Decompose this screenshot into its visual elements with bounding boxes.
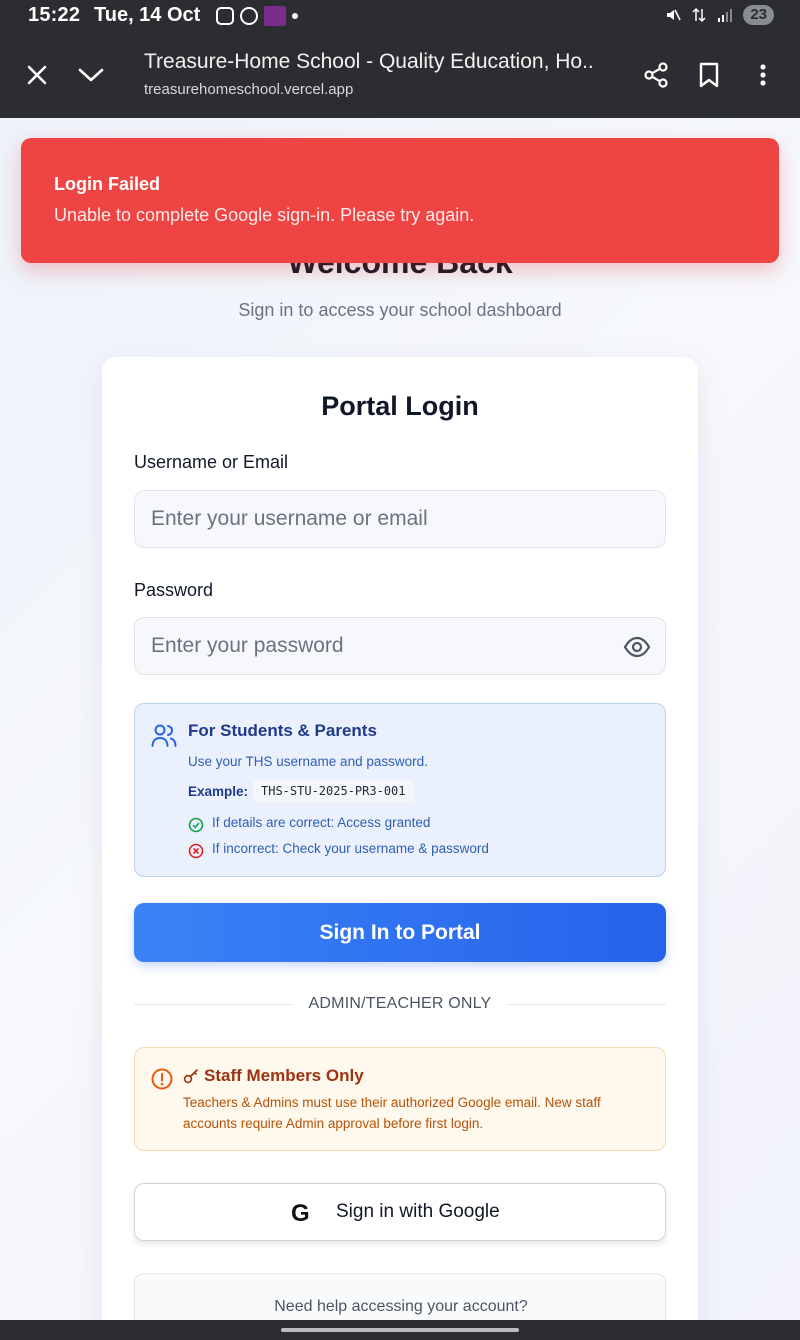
more-notifications-icon	[292, 13, 298, 19]
system-nav-bar	[0, 1320, 800, 1340]
google-sign-in-label: Sign in with Google	[336, 1201, 500, 1222]
toast-title: Login Failed	[54, 174, 160, 194]
key-icon	[183, 1069, 198, 1084]
admin-divider: ADMIN/TEACHER ONLY	[102, 995, 698, 1013]
notification-icons	[216, 6, 298, 26]
more-vertical-icon	[760, 64, 766, 86]
error-hint: If incorrect: Check your username & pass…	[212, 841, 489, 856]
staff-warning-text: Teachers & Admins must use their authori…	[183, 1095, 601, 1131]
screenshot-notification-icon	[216, 7, 234, 25]
status-date: Tue, 14 Oct	[94, 4, 201, 26]
example-username-code: THS-STU-2025-PR3-001	[253, 780, 414, 802]
signal-icon	[718, 9, 733, 22]
google-icon: G	[291, 1200, 310, 1227]
share-icon	[644, 62, 668, 88]
students-info-box: For Students & Parents Use your THS user…	[134, 703, 666, 877]
username-label: Username or Email	[134, 452, 289, 472]
alert-circle-icon	[151, 1068, 173, 1090]
admin-divider-label: ADMIN/TEACHER ONLY	[292, 995, 508, 1012]
toast-message: Unable to complete Google sign-in. Pleas…	[54, 205, 475, 225]
login-card: Portal Login Username or Email Password …	[102, 357, 698, 1320]
staff-warning-box: Staff Members Only Teachers & Admins mus…	[134, 1047, 666, 1151]
show-password-eye-icon[interactable]	[623, 634, 651, 660]
battery-indicator: 23	[743, 5, 774, 25]
close-tab-button[interactable]	[19, 57, 55, 93]
status-time: 15:22	[28, 4, 81, 26]
google-sign-in-button[interactable]: G Sign in with Google	[134, 1183, 666, 1241]
whatsapp-notification-icon	[240, 7, 258, 25]
check-circle-icon	[188, 817, 204, 833]
login-failed-toast[interactable]: Login Failed Unable to complete Google s…	[21, 138, 779, 263]
mute-icon	[667, 9, 682, 21]
bookmark-icon	[699, 62, 719, 88]
system-icons: 23	[665, 5, 774, 25]
password-field-wrapper	[134, 617, 666, 675]
sign-in-portal-button[interactable]: Sign In to Portal	[134, 903, 666, 962]
info-instruction: Use your THS username and password.	[188, 754, 428, 769]
status-bar: 15:22 Tue, 14 Oct 23	[0, 0, 800, 32]
home-gesture-handle[interactable]	[281, 1328, 519, 1332]
chevron-down-icon	[78, 68, 104, 82]
password-input[interactable]	[135, 618, 665, 674]
x-circle-icon	[188, 843, 204, 859]
close-icon	[27, 65, 47, 85]
success-hint: If details are correct: Access granted	[212, 815, 431, 830]
username-input[interactable]	[135, 491, 665, 547]
bookmark-button[interactable]	[691, 57, 727, 93]
share-button[interactable]	[638, 57, 674, 93]
info-title: For Students & Parents	[188, 721, 377, 740]
browser-toolbar: Treasure-Home School - Quality Education…	[0, 32, 800, 118]
help-box: Need help accessing your account?	[134, 1273, 666, 1320]
staff-warning-title: Staff Members Only	[204, 1066, 364, 1085]
minimize-button[interactable]	[73, 57, 109, 93]
page-content: Welcome Back Sign in to access your scho…	[0, 118, 800, 1320]
example-label: Example:	[188, 784, 249, 799]
page-url[interactable]: treasurehomeschool.vercel.app	[144, 81, 353, 98]
data-arrows-icon	[692, 7, 706, 23]
welcome-subtitle: Sign in to access your school dashboard	[238, 300, 562, 320]
jamb-notification-icon	[264, 6, 286, 26]
username-field-wrapper	[134, 490, 666, 548]
users-icon	[151, 724, 177, 747]
login-card-title: Portal Login	[321, 391, 479, 421]
page-title: Treasure-Home School - Quality Education…	[144, 50, 594, 73]
help-text[interactable]: Need help accessing your account?	[135, 1298, 667, 1316]
more-options-button[interactable]	[745, 57, 781, 93]
password-label: Password	[134, 580, 214, 600]
